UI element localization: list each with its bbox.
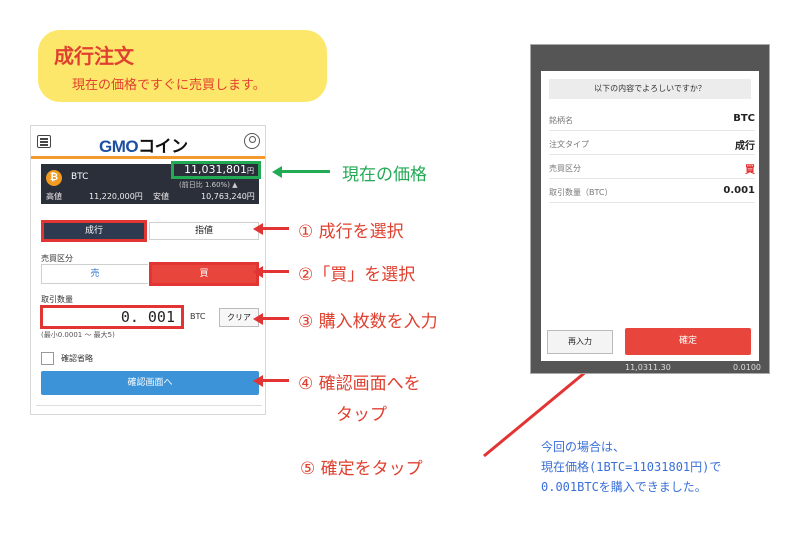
background-value: 0.0100 — [733, 363, 761, 372]
dialog-row: 取引数量（BTC） 0.001 — [549, 181, 755, 203]
dialog-row: 注文タイプ 成行 — [549, 133, 755, 155]
dialog-row: 銘柄名 BTC — [549, 109, 755, 131]
reenter-button[interactable]: 再入力 — [547, 330, 613, 354]
background-value: 11,0311.30 — [625, 363, 671, 372]
result-note: 今回の場合は、 現在価格(1BTC=11031801円)で 0.001BTCを購… — [541, 440, 722, 494]
dialog-title: 以下の内容でよろしいですか？ — [549, 79, 751, 99]
confirm-screen: 以下の内容でよろしいですか？ 銘柄名 BTC 注文タイプ 成行 売買区分 買 取… — [530, 44, 770, 374]
confirm-dialog: 以下の内容でよろしいですか？ 銘柄名 BTC 注文タイプ 成行 売買区分 買 取… — [541, 71, 759, 361]
confirm-order-button[interactable]: 確定 — [625, 328, 751, 355]
dialog-row: 売買区分 買 — [549, 157, 755, 179]
